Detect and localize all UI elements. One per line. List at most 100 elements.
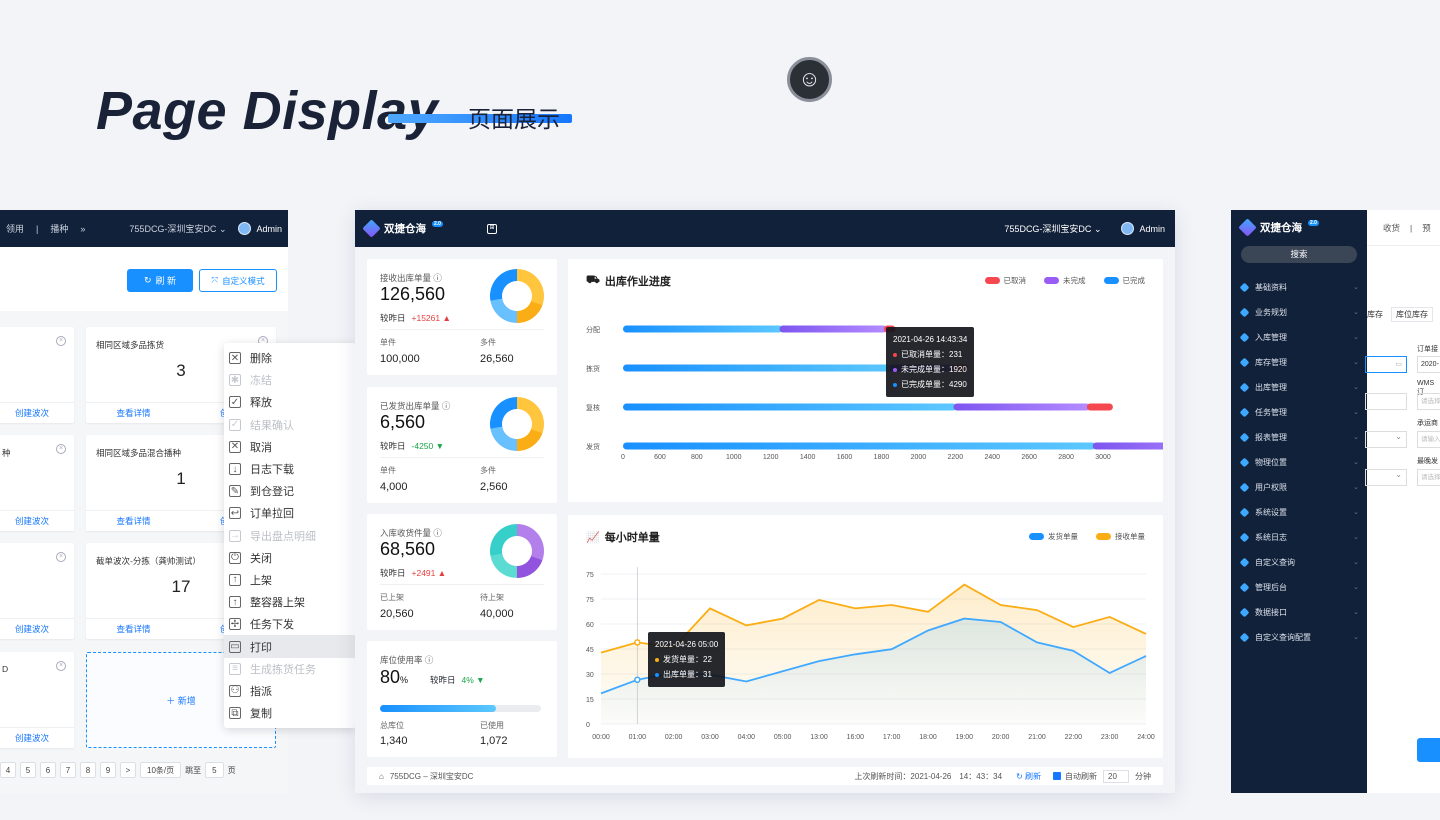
sidebar-item[interactable]: 自定义查询 ⌄	[1239, 555, 1359, 569]
sidebar-item[interactable]: 任务管理 ⌄	[1239, 405, 1359, 419]
page-button[interactable]: 7	[60, 762, 76, 778]
tab-inventory[interactable]: 库存 库位库存	[1367, 307, 1433, 322]
menu-toggle-icon[interactable]: ⊞	[486, 223, 497, 234]
data-point[interactable]	[634, 676, 641, 684]
refresh-link[interactable]: ↻ 刷新	[1016, 771, 1041, 782]
stat-compare: 较昨日 -4250 ▼	[380, 441, 445, 451]
bar-segment[interactable]	[779, 325, 887, 333]
tab-divider: |	[1410, 222, 1413, 233]
bar-segment[interactable]	[623, 403, 957, 411]
menu-item[interactable]: ⧉ 复制	[224, 702, 356, 724]
stat-subvalue: 26,560	[480, 353, 514, 365]
page-size-select[interactable]: 10条/页	[140, 762, 182, 778]
brand[interactable]: 双捷仓海 2.0	[1238, 218, 1319, 237]
select-field[interactable]: 请选择	[1417, 393, 1440, 410]
x-tick-label: 16:00	[847, 734, 865, 741]
task-icon: ≡	[229, 662, 241, 675]
close-icon[interactable]: ×	[56, 661, 66, 671]
menu-item[interactable]: ⚇ 指派	[224, 680, 356, 702]
menu-item[interactable]: ↑ 整容器上架	[224, 591, 356, 613]
query-button[interactable]	[1417, 738, 1440, 762]
search-button[interactable]: 搜索	[1241, 246, 1357, 263]
date-field[interactable]: 2020-	[1417, 356, 1440, 373]
user-menu[interactable]: Admin	[1121, 222, 1165, 235]
nav-more-icon[interactable]: »	[80, 224, 85, 234]
create-wave-link[interactable]: 创建波次	[0, 515, 74, 527]
sidebar-item[interactable]: 用户权限 ⌄	[1239, 480, 1359, 494]
user-menu[interactable]: Admin	[238, 222, 282, 235]
sidebar-item[interactable]: 库存管理 ⌄	[1239, 355, 1359, 369]
menu-item[interactable]: ▭ 打印	[224, 635, 356, 658]
auto-refresh-checkbox[interactable]	[1053, 772, 1061, 780]
data-point[interactable]	[634, 639, 641, 646]
bar-segment[interactable]	[1086, 403, 1113, 411]
text-field[interactable]: 请输入	[1417, 431, 1440, 448]
page-button[interactable]: 9	[100, 762, 116, 778]
jump-input[interactable]: 5	[205, 762, 224, 778]
page-button[interactable]: 4	[0, 762, 16, 778]
select-field[interactable]: ⌄	[1365, 469, 1407, 486]
bar-segment[interactable]	[623, 325, 783, 333]
next-page-button[interactable]: >	[120, 762, 136, 778]
stat-key: 已上架	[380, 593, 404, 602]
tab-receive[interactable]: 收货	[1383, 222, 1400, 234]
date-input[interactable]: ▭	[1365, 356, 1407, 373]
x-tick-label: 17:00	[883, 734, 901, 741]
menu-item[interactable]: ↓ 日志下载	[224, 458, 356, 480]
brand[interactable]: 双捷仓海 2.0	[362, 219, 443, 238]
bar-segment[interactable]	[623, 364, 893, 372]
nav-item[interactable]: 播种	[50, 222, 68, 235]
sidebar-item[interactable]: 入库管理 ⌄	[1239, 330, 1359, 344]
close-icon[interactable]: ×	[56, 336, 66, 346]
nav-item[interactable]: 领用	[6, 222, 24, 235]
select-field[interactable]: 请选择	[1417, 469, 1440, 486]
create-wave-link[interactable]: 创建波次	[0, 623, 74, 635]
sidebar-item[interactable]: 出库管理 ⌄	[1239, 380, 1359, 394]
stat-subvalue: 1,340	[380, 735, 408, 747]
sidebar-item[interactable]: 系统日志 ⌄	[1239, 530, 1359, 544]
menu-icon	[1239, 607, 1250, 617]
menu-item[interactable]: ✕ 取消	[224, 436, 356, 458]
page-button[interactable]: 6	[40, 762, 56, 778]
close-icon[interactable]: ×	[56, 444, 66, 454]
custom-mode-button[interactable]: ⤧ 自定义模式	[199, 269, 277, 292]
warehouse-select[interactable]: 755DCG-深圳宝安DC ⌄	[1004, 222, 1101, 235]
select-field[interactable]: ⌄	[1365, 431, 1407, 448]
page-button[interactable]: 5	[20, 762, 36, 778]
tab-more[interactable]: 预	[1422, 222, 1431, 234]
menu-icon	[1239, 432, 1250, 442]
menu-item[interactable]: ⏻ 关闭	[224, 547, 356, 569]
sidebar-item[interactable]: 业务规划 ⌄	[1239, 305, 1359, 319]
y-tick-label: 0	[586, 722, 590, 729]
view-detail-link[interactable]: 查看详情	[86, 623, 181, 635]
bar-segment[interactable]	[1092, 442, 1163, 450]
refresh-button[interactable]: ↻ 刷 新	[127, 269, 193, 292]
close-icon[interactable]: ×	[56, 552, 66, 562]
view-detail-link[interactable]: 查看详情	[86, 407, 181, 419]
home-icon[interactable]: ⌂	[379, 772, 384, 781]
menu-item[interactable]: ✎ 到仓登记	[224, 480, 356, 502]
create-wave-link[interactable]: 创建波次	[0, 732, 74, 744]
page-button[interactable]: 8	[80, 762, 96, 778]
menu-item[interactable]: ↩ 订单拉回	[224, 502, 356, 524]
menu-item[interactable]: ✕ 删除	[224, 347, 356, 369]
interval-input[interactable]: 20	[1103, 769, 1129, 783]
bar-segment[interactable]	[953, 403, 1090, 411]
sidebar-item[interactable]: 系统设置 ⌄	[1239, 505, 1359, 519]
sidebar-item[interactable]: 自定义查询配置 ⌄	[1239, 630, 1359, 644]
sidebar-item[interactable]: 基础资料 ⌄	[1239, 280, 1359, 294]
menu-item[interactable]: ✓ 释放	[224, 391, 356, 413]
sidebar-item[interactable]: 数据接口 ⌄	[1239, 605, 1359, 619]
bar-segment[interactable]	[623, 442, 1096, 450]
view-detail-link[interactable]: 查看详情	[86, 515, 181, 527]
menu-item[interactable]: ✢ 任务下发	[224, 613, 356, 635]
sidebar-item[interactable]: 报表管理 ⌄	[1239, 430, 1359, 444]
menu-item[interactable]: ↑ 上架	[224, 569, 356, 591]
sidebar-item[interactable]: 管理后台 ⌄	[1239, 580, 1359, 594]
container-up-icon: ↑	[229, 596, 241, 609]
sidebar-item[interactable]: 物理位置 ⌄	[1239, 455, 1359, 469]
stat-label: 库位使用率 ⓘ	[380, 655, 434, 665]
text-field[interactable]	[1365, 393, 1407, 410]
warehouse-select[interactable]: 755DCG-深圳宝安DC ⌄	[129, 222, 226, 235]
create-wave-link[interactable]: 创建波次	[0, 407, 74, 419]
